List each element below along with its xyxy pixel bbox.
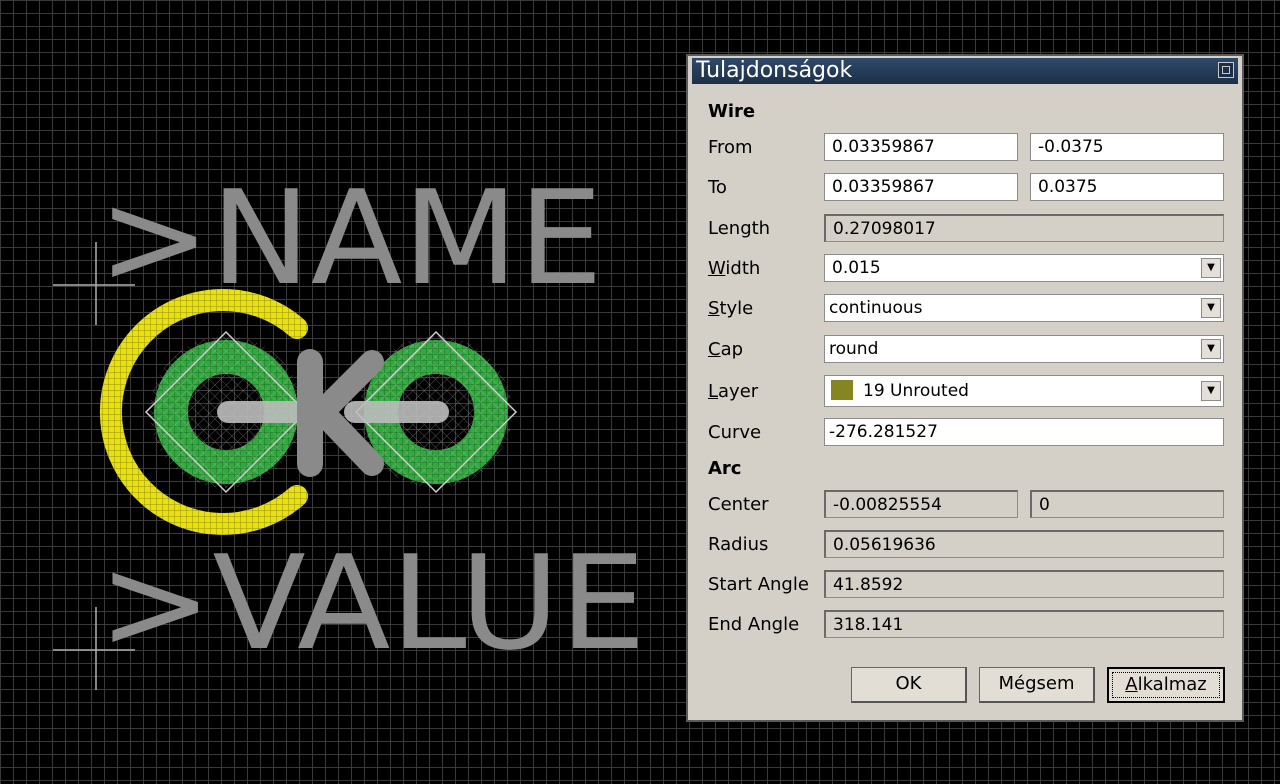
length-field: 0.27098017	[824, 214, 1224, 242]
from-x-field[interactable]: 0.03359867	[824, 133, 1018, 161]
wire-section-title: Wire	[708, 101, 756, 122]
curve-label: Curve	[708, 422, 762, 443]
layer-label: Layer	[708, 381, 759, 402]
name-placeholder-text: >NAME	[98, 162, 603, 314]
arc-section-title: Arc	[708, 458, 742, 479]
layer-value: 19 Unrouted	[863, 381, 969, 401]
style-label: Style	[708, 298, 754, 319]
close-icon[interactable]	[1218, 62, 1234, 78]
end-angle-label: End Angle	[708, 614, 800, 635]
to-y-field[interactable]: 0.0375	[1030, 173, 1224, 201]
ok-button[interactable]: OK	[851, 667, 967, 703]
cap-combo[interactable]: round ▼	[824, 335, 1224, 363]
chevron-down-icon[interactable]: ▼	[1201, 298, 1221, 318]
to-x-field[interactable]: 0.03359867	[824, 173, 1018, 201]
curve-field[interactable]: -276.281527	[824, 418, 1224, 446]
radius-label: Radius	[708, 534, 769, 555]
dialog-title: Tulajdonságok	[696, 58, 853, 83]
center-label: Center	[708, 494, 769, 515]
cap-label: Cap	[708, 339, 744, 360]
style-value: continuous	[829, 298, 923, 318]
to-label: To	[708, 177, 727, 198]
from-y-field[interactable]: -0.0375	[1030, 133, 1224, 161]
width-label: Width	[708, 258, 761, 279]
value-placeholder-text: >VALUE	[98, 527, 646, 679]
properties-dialog: Tulajdonságok Wire From 0.03359867 -0.03…	[686, 54, 1244, 722]
layer-color-swatch	[831, 379, 853, 400]
chevron-down-icon[interactable]: ▼	[1201, 381, 1221, 401]
chevron-down-icon[interactable]: ▼	[1201, 258, 1221, 278]
start-angle-field: 41.8592	[824, 570, 1224, 598]
start-angle-label: Start Angle	[708, 574, 809, 595]
chevron-down-icon[interactable]: ▼	[1201, 339, 1221, 359]
radius-field: 0.05619636	[824, 530, 1224, 558]
from-label: From	[708, 137, 753, 158]
cancel-button[interactable]: Mégsem	[979, 667, 1095, 703]
end-angle-field: 318.141	[824, 610, 1224, 638]
center-y-field: 0	[1030, 490, 1224, 518]
cap-value: round	[829, 339, 879, 359]
width-value: 0.015	[832, 258, 881, 278]
center-x-field: -0.00825554	[824, 490, 1018, 518]
style-combo[interactable]: continuous ▼	[824, 294, 1224, 322]
layer-combo[interactable]: 19 Unrouted ▼	[824, 375, 1224, 407]
length-label: Length	[708, 218, 771, 239]
dialog-titlebar[interactable]: Tulajdonságok	[692, 58, 1238, 84]
width-combo[interactable]: 0.015 ▼	[824, 254, 1224, 282]
apply-button[interactable]: Alkalmaz	[1107, 667, 1225, 703]
